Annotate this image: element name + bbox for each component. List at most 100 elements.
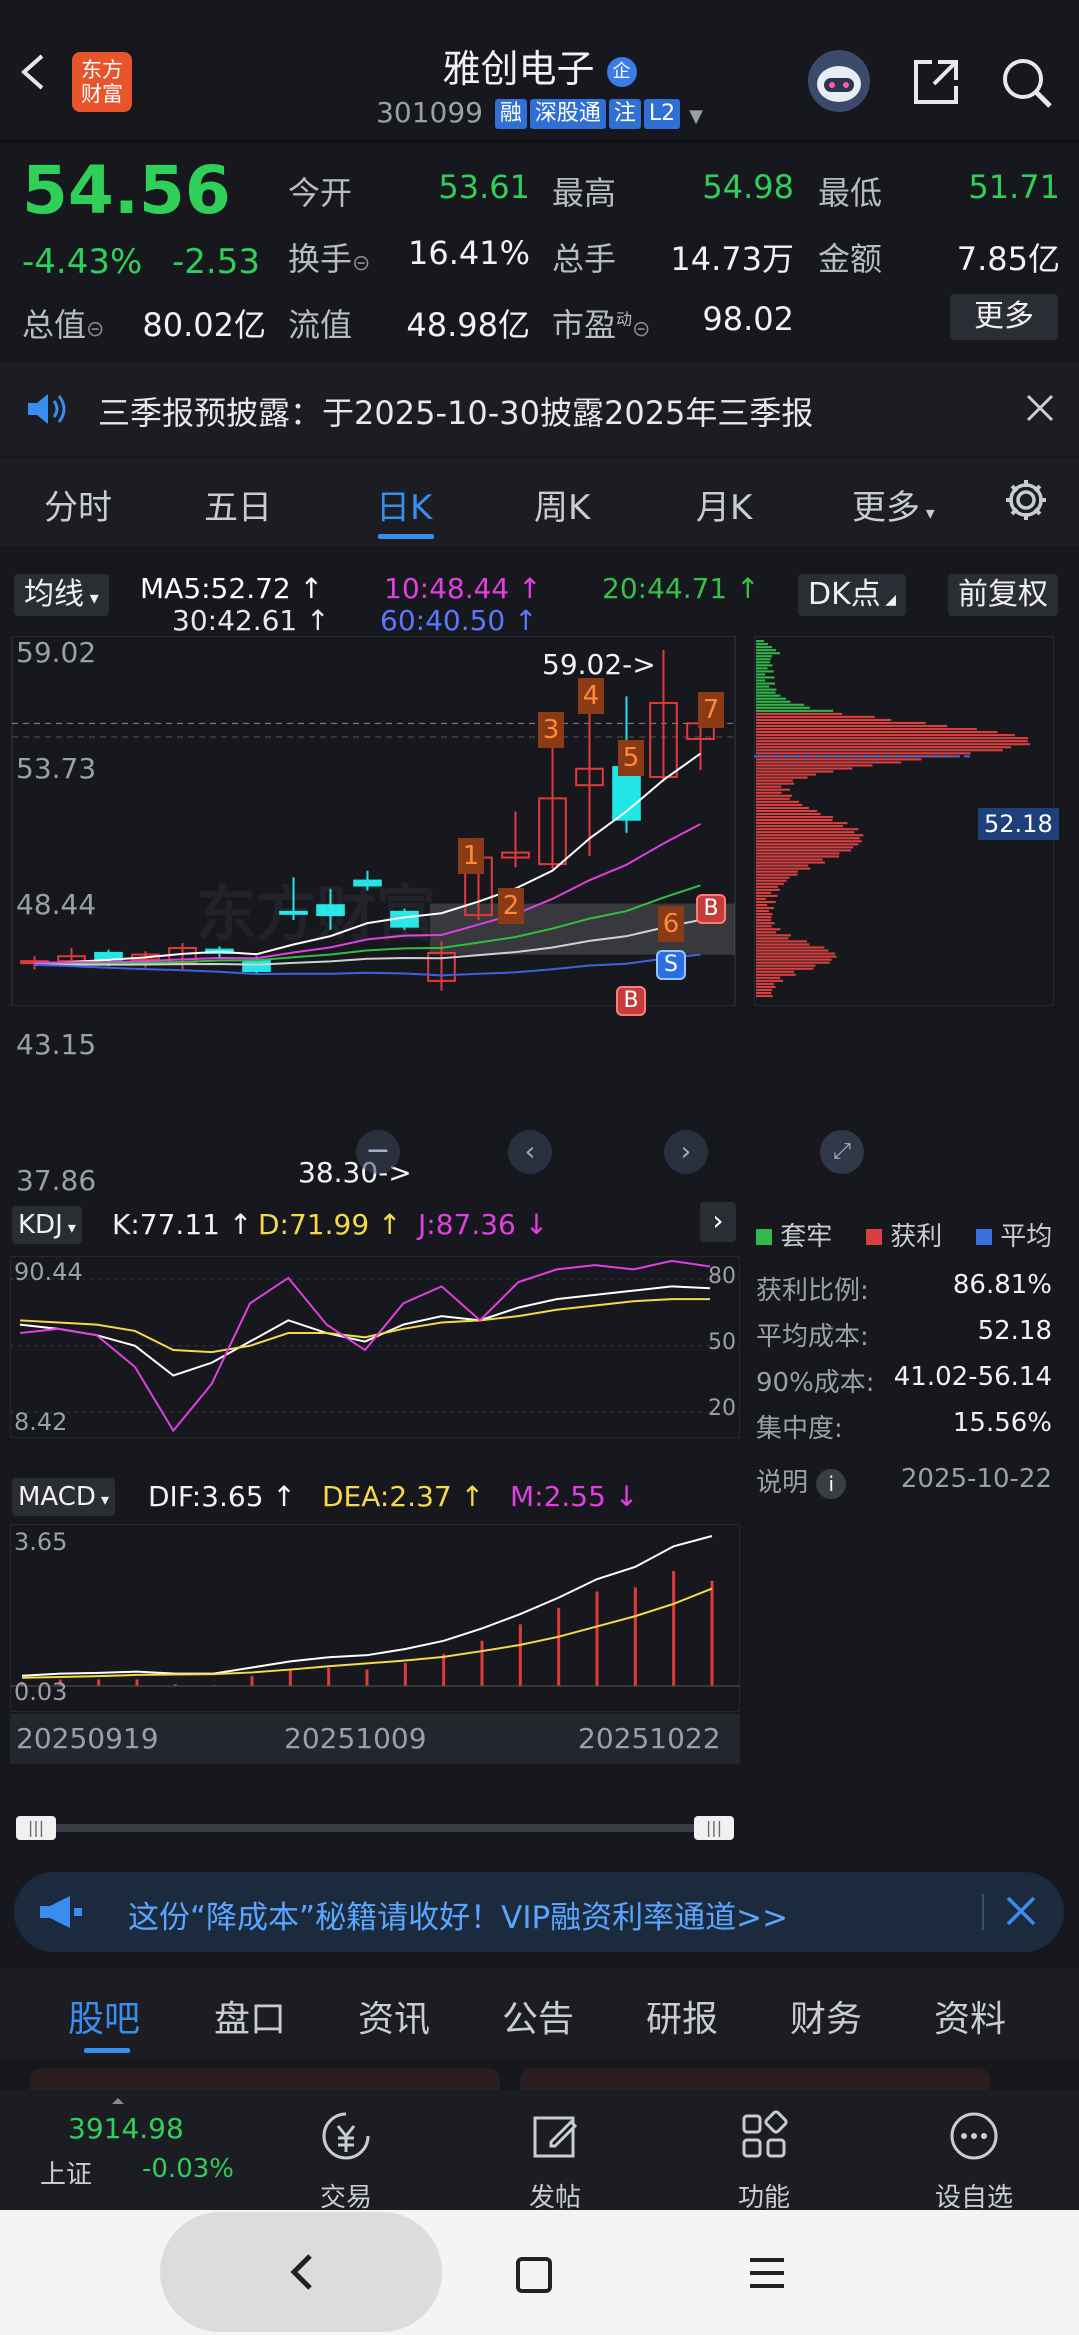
badge-connect: 深股通 [529, 99, 606, 129]
ma20-value: 20:44.71 ↑ [602, 572, 760, 605]
tab-forum[interactable]: 股吧 [68, 1990, 140, 2042]
collapse-panel-icon[interactable]: › [700, 1202, 736, 1242]
kdj-ref-50: 50 [708, 1330, 736, 1355]
tab-announcements[interactable]: 公告 [502, 1990, 574, 2042]
kdj-chart[interactable] [10, 1256, 740, 1438]
settings-gear-icon[interactable] [1002, 476, 1050, 528]
tab-financials[interactable]: 财务 [790, 1990, 862, 2042]
search-icon[interactable] [1000, 56, 1054, 110]
tab-research[interactable]: 研报 [646, 1990, 718, 2042]
ad-banner[interactable]: 这份“降成本”秘籍请收好！VIP融资利率通道>> [14, 1872, 1064, 1952]
chip-bar [756, 940, 807, 943]
chip-bar [756, 752, 971, 755]
chip-bar [756, 946, 825, 949]
add-watchlist-button[interactable]: 设自选 [914, 2108, 1034, 2214]
info-icon[interactable]: ⊝ [352, 251, 370, 276]
legend-average: 平均 [976, 1216, 1052, 1253]
tab-monthly-k[interactable]: 月K [696, 480, 752, 529]
nav-back-button[interactable] [160, 2212, 442, 2332]
range-slider-handle-right[interactable]: ||| [694, 1816, 734, 1840]
info-icon[interactable]: ⊝ [86, 317, 104, 342]
tab-five-day[interactable]: 五日 [204, 480, 272, 529]
chip-bar [756, 982, 774, 985]
info-icon[interactable]: ⊝ [632, 317, 650, 342]
chip-bar [756, 697, 787, 700]
functions-button[interactable]: 功能 [704, 2108, 824, 2214]
chip-bar [756, 715, 875, 718]
chart-area: 均线 ▾ MA5:52.72 ↑ 10:48.44 ↑ 20:44.71 ↑ 3… [0, 548, 1079, 1840]
kdj-selector[interactable]: KDJ ▾ [12, 1206, 82, 1244]
chip-bar [756, 994, 773, 998]
chip-bar [756, 667, 768, 670]
tab-news[interactable]: 资讯 [358, 1990, 430, 2042]
content-preview-strip [0, 2060, 1079, 2092]
system-nav-bar [0, 2210, 1079, 2335]
chip-bar [756, 776, 808, 779]
chip-bar [756, 900, 776, 904]
kdj-k-line [19, 1285, 711, 1377]
scroll-right-icon[interactable]: › [664, 1130, 708, 1174]
dk-point-button[interactable]: DK点 ◢ [798, 574, 906, 616]
chip-bar [756, 891, 772, 894]
more-button[interactable]: 更多 [950, 294, 1058, 340]
tab-intraday[interactable]: 分时 [44, 480, 112, 529]
concentration-label: 集中度: [756, 1414, 843, 1444]
price-adjust-button[interactable]: 前复权 [948, 574, 1058, 616]
nav-menu-button[interactable] [748, 2256, 786, 2290]
kdj-j-value: J:87.36 ↓ [418, 1208, 549, 1241]
macd-selector[interactable]: MACD ▾ [12, 1478, 116, 1516]
range-slider-handle-left[interactable]: ||| [16, 1816, 56, 1840]
chip-date: 2025-10-22 [900, 1464, 1052, 1494]
explain-link[interactable]: 说明 i [756, 1462, 847, 1499]
badge-registered: 注 [608, 99, 641, 129]
chip-bar [756, 788, 790, 791]
nav-home-button[interactable] [516, 2257, 552, 2293]
cost90-value: 41.02-56.14 [893, 1362, 1052, 1392]
index-ticker[interactable]: 3914.98 上证 -0.03% [0, 2090, 250, 2210]
range-slider-track[interactable] [22, 1824, 722, 1832]
close-icon[interactable] [1004, 1894, 1038, 1932]
share-icon[interactable] [910, 56, 962, 108]
robot-assistant-icon[interactable] [808, 50, 870, 112]
chip-bar [756, 661, 770, 664]
chevron-down-icon[interactable]: ▼ [689, 106, 703, 127]
chip-bar [756, 970, 795, 973]
expand-icon[interactable]: ⤢ [820, 1130, 864, 1174]
chip-bar [756, 691, 776, 694]
tab-more[interactable]: 更多 ▾ [852, 480, 935, 529]
chip-bar [756, 737, 1029, 740]
notice-text[interactable]: 三季报预披露：于2025-10-30披露2025年三季报 [98, 388, 813, 434]
chip-number: 6 [658, 906, 684, 942]
chip-bar [756, 894, 778, 897]
macd-chart[interactable] [10, 1524, 740, 1712]
chip-bar [756, 731, 998, 734]
chip-bar [756, 943, 810, 946]
low-value: 51.71 [968, 168, 1060, 206]
close-icon[interactable] [1024, 392, 1056, 428]
zoom-out-icon[interactable]: − [356, 1130, 400, 1174]
tab-profile[interactable]: 资料 [934, 1990, 1006, 2042]
tab-orderbook[interactable]: 盘口 [214, 1990, 286, 2042]
tab-weekly-k[interactable]: 周K [534, 480, 590, 529]
turnover-label: 换手⊝ [288, 240, 371, 278]
info-icon[interactable]: i [816, 1469, 847, 1499]
chip-number: 5 [618, 740, 644, 776]
ad-divider [982, 1894, 984, 1930]
chip-number: 1 [458, 838, 484, 874]
float-label: 流值 [288, 306, 353, 344]
notice-bar[interactable]: 三季报预披露：于2025-10-30披露2025年三季报 [0, 362, 1079, 456]
chip-bar [756, 712, 843, 715]
index-name: 上证 [40, 2160, 93, 2190]
ma-selector[interactable]: 均线 ▾ [14, 574, 109, 616]
scroll-left-icon[interactable]: ‹ [508, 1130, 552, 1174]
post-button[interactable]: 发帖 [495, 2108, 615, 2214]
mktcap-label: 总值⊝ [22, 306, 105, 344]
grid-icon [742, 2110, 788, 2158]
ad-text[interactable]: 这份“降成本”秘籍请收好！VIP融资利率通道>> [128, 1892, 788, 1937]
tab-daily-k[interactable]: 日K [376, 480, 432, 529]
chip-bar [756, 922, 775, 925]
chip-bar [756, 767, 853, 770]
profit-ratio-label: 获利比例: [756, 1276, 869, 1306]
trade-button[interactable]: 交易 [286, 2108, 406, 2214]
chip-bar [756, 797, 790, 800]
